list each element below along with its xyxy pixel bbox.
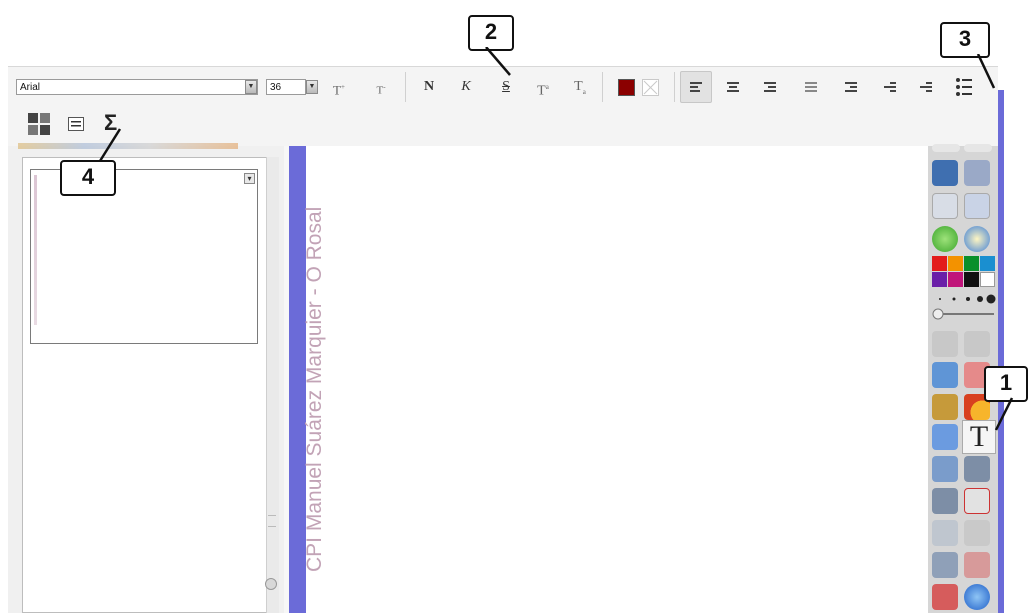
callout-3: 3 <box>940 22 990 58</box>
callout-3-pointer <box>976 54 996 89</box>
bold-button[interactable]: N <box>420 78 438 96</box>
scrollbar-grip[interactable] <box>268 515 276 527</box>
play-icon[interactable] <box>932 226 958 252</box>
subscript-label: T <box>574 79 583 94</box>
color-swatch-black[interactable] <box>964 272 979 287</box>
superscript-label: T <box>537 83 546 99</box>
no-fill-icon[interactable] <box>642 79 659 96</box>
palette-top-icon[interactable] <box>932 144 960 152</box>
camera-icon[interactable] <box>932 520 958 546</box>
increase-indent-icon[interactable] <box>884 82 896 92</box>
font-size-dropdown-button[interactable]: ▼ <box>306 80 318 94</box>
erase-screen-icon[interactable] <box>964 160 990 186</box>
page-list-scrollbar[interactable] <box>266 157 279 613</box>
callout-4-pointer <box>98 128 122 162</box>
select-arrow-icon[interactable] <box>932 331 958 357</box>
highlighter-icon[interactable] <box>932 362 958 388</box>
signature-icon[interactable] <box>932 160 958 186</box>
toolbar-separator <box>674 72 675 102</box>
export-icon[interactable] <box>964 193 990 219</box>
outdent-icon[interactable] <box>920 82 932 92</box>
font-family-select[interactable]: Arial <box>16 79 258 95</box>
callout-2-pointer <box>485 47 511 76</box>
text-box-icon[interactable] <box>68 117 84 131</box>
table-grid-icon[interactable] <box>28 113 50 135</box>
color-swatch-green[interactable] <box>964 256 979 271</box>
color-swatch-magenta[interactable] <box>948 272 963 287</box>
toolbar-separator <box>602 72 603 102</box>
compass-icon[interactable] <box>964 520 990 546</box>
palette-edge <box>998 90 1004 613</box>
internet-icon[interactable] <box>964 226 990 252</box>
globe-icon[interactable] <box>964 584 990 610</box>
text-color-button[interactable] <box>618 79 635 96</box>
color-swatch-red[interactable] <box>932 256 947 271</box>
decrease-indent-icon[interactable] <box>845 82 857 92</box>
pen-icon[interactable] <box>964 331 990 357</box>
pen-width-selector[interactable] <box>934 292 996 306</box>
align-center-icon[interactable] <box>727 82 739 92</box>
panel-tabs-strip <box>18 143 238 149</box>
grow-font-button[interactable]: T+ <box>330 78 348 99</box>
superscript-button[interactable]: Ta <box>534 78 552 101</box>
strikethrough-button[interactable]: S <box>497 78 515 96</box>
reset-page-icon[interactable] <box>964 488 990 514</box>
canvas-margin-text: CPI Manuel Suárez Marquier - O Rosal <box>303 206 326 572</box>
align-left-icon <box>690 82 702 92</box>
callout-1-pointer <box>994 397 1014 431</box>
thumbnail-menu-button[interactable]: ▾ <box>244 173 255 184</box>
color-swatch-purple[interactable] <box>932 272 947 287</box>
font-family-dropdown-button[interactable]: ▼ <box>245 80 257 94</box>
line-tool-icon[interactable] <box>932 424 958 450</box>
delete-grid-icon[interactable] <box>964 552 990 578</box>
shrink-font-button[interactable]: T- <box>372 78 390 100</box>
thumbnail-margin-text <box>34 175 37 325</box>
callout-2: 2 <box>468 15 514 51</box>
fill-bucket-icon[interactable] <box>932 394 958 420</box>
print-icon[interactable] <box>932 193 958 219</box>
whiteboard-canvas[interactable] <box>306 146 928 613</box>
transparency-slider[interactable] <box>932 308 996 320</box>
attach-link-icon[interactable] <box>932 552 958 578</box>
grid-icon[interactable] <box>932 584 958 610</box>
italic-button[interactable]: K <box>457 78 475 96</box>
toolbar-separator <box>405 72 406 102</box>
redo-icon[interactable] <box>964 456 990 482</box>
callout-4: 4 <box>60 160 116 196</box>
undo-icon[interactable] <box>932 488 958 514</box>
subscript-button[interactable]: Ta <box>571 78 589 101</box>
hourglass-icon[interactable] <box>932 456 958 482</box>
align-right-icon[interactable] <box>764 82 776 92</box>
palette-top-icon[interactable] <box>964 144 992 152</box>
color-swatch-orange[interactable] <box>948 256 963 271</box>
justify-icon[interactable] <box>805 82 817 92</box>
color-swatch-white[interactable] <box>980 272 995 287</box>
color-swatch-blue[interactable] <box>980 256 995 271</box>
font-size-select[interactable]: 36 <box>266 79 306 95</box>
grow-font-label: T <box>333 82 341 98</box>
zoom-slider-knob[interactable] <box>265 578 277 590</box>
